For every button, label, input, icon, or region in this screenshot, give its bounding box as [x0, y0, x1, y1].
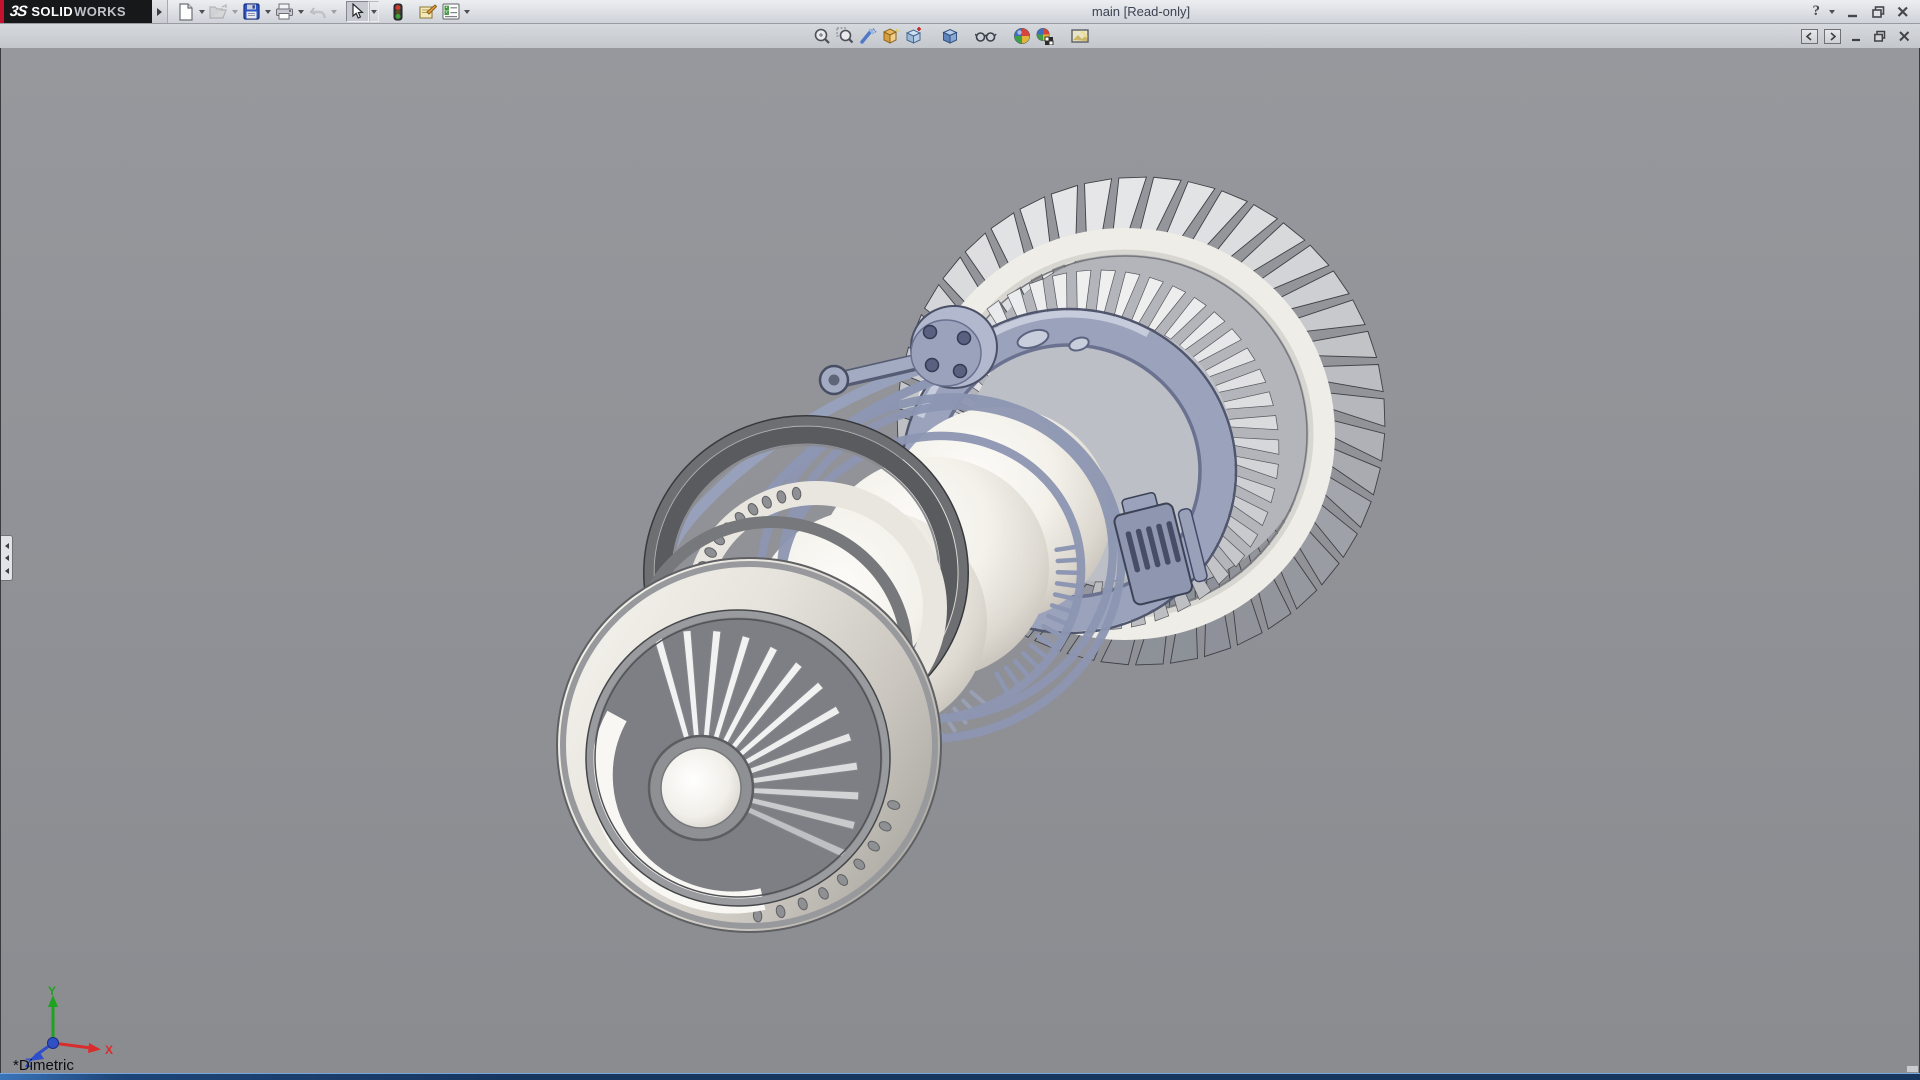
- heads-up-row: [0, 24, 1920, 49]
- zoom-to-fit-button[interactable]: [810, 26, 833, 46]
- open-dropdown-arrow[interactable]: [230, 1, 240, 22]
- doc-close-icon: [1898, 30, 1911, 43]
- restore-button[interactable]: [1869, 3, 1887, 21]
- save-dropdown-arrow[interactable]: [263, 1, 273, 22]
- orientation-triad: Y X Z: [17, 985, 117, 1067]
- standard-toolbar: [174, 0, 472, 23]
- view-orientation-button[interactable]: [902, 26, 925, 46]
- hide-show-items-button[interactable]: [974, 26, 997, 46]
- collapse-arrow-icon: [5, 555, 9, 561]
- app-window-controls: ?: [1813, 0, 1913, 23]
- view-settings-icon: [1071, 28, 1090, 44]
- display-style-icon: [941, 27, 959, 45]
- close-icon: [1896, 5, 1910, 19]
- options-checklist-icon: [442, 3, 460, 20]
- view-orientation-icon: [904, 27, 923, 45]
- document-window-controls: [1801, 27, 1913, 45]
- minimize-icon: [1846, 5, 1860, 19]
- undo-arrow-icon: [309, 4, 327, 20]
- doc-restore-icon: [1873, 30, 1887, 43]
- doc-restore-button[interactable]: [1871, 27, 1889, 45]
- help-dropdown-arrow[interactable]: [1827, 1, 1837, 22]
- new-document-icon: [177, 3, 194, 21]
- cone-hub-disc: [661, 748, 741, 828]
- close-button[interactable]: [1894, 3, 1912, 21]
- new-dropdown-arrow[interactable]: [197, 1, 207, 22]
- eyeglasses-icon: [975, 29, 997, 43]
- select-tool-button[interactable]: [346, 1, 369, 22]
- stoplight-button[interactable]: [386, 1, 409, 22]
- open-button[interactable]: [207, 1, 230, 22]
- sketch-note-button[interactable]: [416, 1, 439, 22]
- select-dropdown-arrow[interactable]: [369, 1, 379, 22]
- featuremanager-collapsed-tab[interactable]: [1, 535, 13, 581]
- flyout-arrow-icon: [157, 8, 162, 16]
- logo-text-solid: SOLID: [31, 4, 73, 19]
- minimize-button[interactable]: [1844, 3, 1862, 21]
- zoom-to-area-button[interactable]: [833, 26, 856, 46]
- logo-text-works: WORKS: [74, 4, 126, 19]
- section-view-button[interactable]: [879, 26, 902, 46]
- windows-taskbar-edge[interactable]: [0, 1073, 1920, 1080]
- exhaust-nozzle: [557, 558, 941, 932]
- triad-x-label: X: [105, 1043, 113, 1057]
- dassault-3s-mark: 3S: [9, 3, 28, 20]
- edit-appearance-icon: [1013, 27, 1031, 45]
- document-title: main [Read-only]: [1092, 4, 1190, 19]
- triad-y-label: Y: [48, 985, 56, 998]
- help-button[interactable]: ?: [1813, 3, 1821, 20]
- options-button[interactable]: [439, 1, 462, 22]
- pane-arrow-left-icon: [1805, 32, 1814, 41]
- resize-grip[interactable]: [1906, 1065, 1919, 1073]
- expand-pane-button[interactable]: [1824, 29, 1841, 44]
- restore-icon: [1871, 5, 1886, 19]
- options-dropdown-arrow[interactable]: [462, 1, 472, 22]
- solidworks-window: 3S SOLID WORKS: [0, 0, 1920, 1080]
- print-dropdown-arrow[interactable]: [296, 1, 306, 22]
- view-settings-button[interactable]: [1069, 26, 1092, 46]
- zoom-to-fit-icon: [813, 27, 831, 45]
- doc-close-button[interactable]: [1895, 27, 1913, 45]
- collapse-arrow-icon: [5, 568, 9, 574]
- view-orientation-label: *Dimetric: [13, 1057, 74, 1073]
- solidworks-logo: 3S SOLID WORKS: [0, 0, 152, 23]
- undo-button[interactable]: [306, 1, 329, 22]
- print-icon: [275, 3, 294, 20]
- sketch-note-icon: [418, 3, 437, 20]
- new-document-button[interactable]: [174, 1, 197, 22]
- select-cursor-icon: [350, 3, 365, 20]
- jet-engine-model: [1, 48, 1919, 1073]
- apply-scene-button[interactable]: [1033, 26, 1056, 46]
- collapse-pane-button[interactable]: [1801, 29, 1818, 44]
- save-button[interactable]: [240, 1, 263, 22]
- section-view-icon: [881, 27, 900, 45]
- edit-appearance-button[interactable]: [1010, 26, 1033, 46]
- stoplight-icon: [393, 3, 403, 21]
- previous-view-icon: [859, 27, 877, 45]
- heads-up-view-toolbar: [810, 26, 1092, 46]
- doc-minimize-button[interactable]: [1847, 27, 1865, 45]
- menu-flyout-button[interactable]: [152, 0, 168, 23]
- print-button[interactable]: [273, 1, 296, 22]
- doc-minimize-icon: [1850, 30, 1863, 43]
- apply-scene-icon: [1035, 27, 1054, 45]
- graphics-area[interactable]: Y X Z *Dimetric: [0, 48, 1920, 1073]
- zoom-to-area-icon: [836, 27, 854, 45]
- save-floppy-icon: [243, 3, 260, 20]
- display-style-button[interactable]: [938, 26, 961, 46]
- undo-dropdown-arrow[interactable]: [329, 1, 339, 22]
- title-bar: 3S SOLID WORKS: [0, 0, 1920, 24]
- open-folder-icon: [209, 4, 228, 20]
- collapse-arrow-icon: [5, 543, 9, 549]
- pane-arrow-right-icon: [1828, 32, 1837, 41]
- previous-view-button[interactable]: [856, 26, 879, 46]
